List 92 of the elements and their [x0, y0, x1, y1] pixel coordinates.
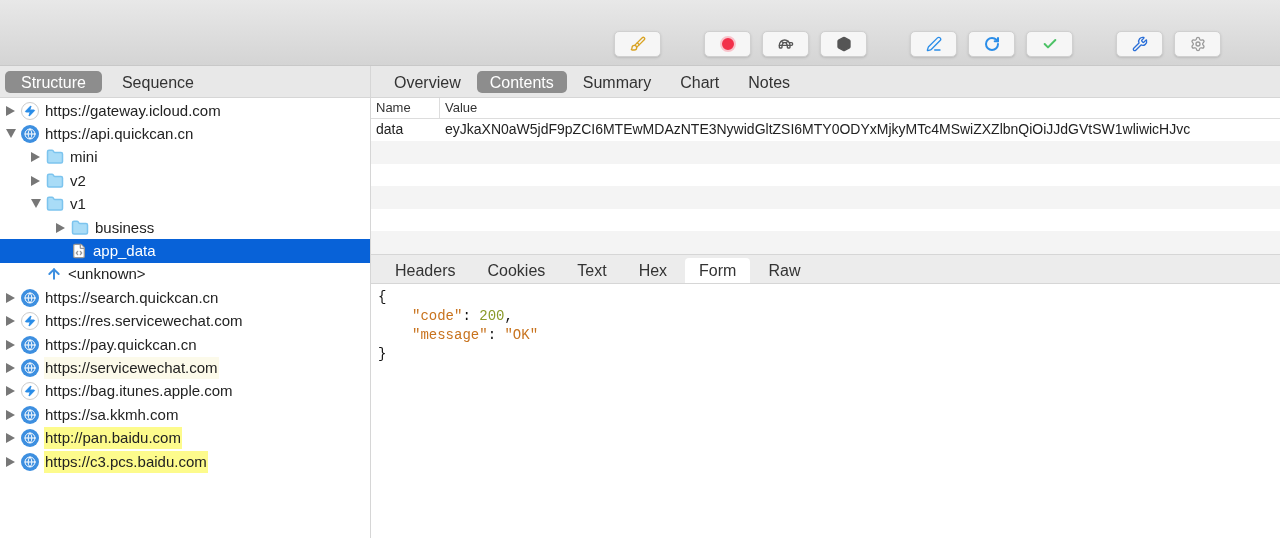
host-label: mini	[69, 147, 99, 168]
tree-row[interactable]: https://sa.kkmh.com	[0, 403, 370, 427]
view-tab[interactable]: Overview	[381, 70, 474, 93]
globe-icon	[21, 359, 39, 377]
globe-icon	[21, 125, 39, 144]
toolbar-button[interactable]	[910, 31, 957, 57]
globe-icon	[21, 452, 39, 471]
bolt-icon	[21, 312, 39, 331]
tree-row[interactable]: v1	[0, 192, 370, 216]
settings-icon	[1189, 36, 1206, 52]
host-label: <unknown>	[67, 264, 147, 285]
body-tab[interactable]: Text	[563, 258, 621, 283]
code-line: {	[378, 288, 388, 307]
tree-row[interactable]: https://gateway.icloud.com	[0, 99, 370, 123]
turtle-icon	[777, 36, 794, 52]
tree-row[interactable]: https://api.quickcan.cn	[0, 122, 370, 146]
view-tab[interactable]: Chart	[667, 70, 733, 93]
host-label: https://servicewechat.com	[44, 357, 219, 379]
pen-icon	[925, 36, 942, 52]
tree-row[interactable]: mini	[0, 145, 370, 170]
body-tab[interactable]: Headers	[381, 258, 470, 283]
tree-row[interactable]: https://pay.quickcan.cn	[0, 332, 370, 357]
host-label: http://pan.baidu.com	[44, 427, 182, 450]
collapsed-triangle-icon[interactable]	[31, 152, 41, 163]
table-cell-text: data	[375, 120, 405, 140]
collapsed-triangle-icon[interactable]	[6, 433, 16, 444]
folder-icon	[71, 218, 89, 237]
toolbar-button[interactable]	[1116, 31, 1163, 57]
collapsed-triangle-icon[interactable]	[6, 292, 16, 303]
globe-icon	[21, 429, 39, 448]
globe-icon	[21, 335, 39, 354]
toolbar-button[interactable]	[968, 31, 1015, 57]
collapsed-triangle-icon[interactable]	[6, 363, 16, 373]
tree-row[interactable]: v2	[0, 169, 370, 193]
tree-row[interactable]: https://servicewechat.com	[0, 356, 370, 380]
host-label: v1	[69, 194, 87, 215]
view-tab[interactable]: Notes	[735, 70, 804, 93]
code-line: }	[378, 345, 388, 364]
toolbar-button[interactable]	[820, 31, 867, 57]
collapsed-triangle-icon[interactable]	[6, 409, 16, 420]
tree-row[interactable]: http://pan.baidu.com	[0, 426, 370, 450]
expanded-triangle-icon[interactable]	[6, 129, 16, 140]
body-tab[interactable]: Raw	[754, 258, 815, 283]
folder-icon	[46, 195, 64, 214]
body-tab[interactable]: Form	[685, 258, 751, 283]
toolbar-button[interactable]	[762, 31, 809, 57]
collapsed-triangle-icon[interactable]	[6, 339, 16, 350]
collapsed-triangle-icon[interactable]	[6, 386, 16, 397]
tree-row[interactable]: <unknown>	[0, 262, 370, 287]
view-tab[interactable]: Sequence	[105, 70, 210, 93]
folder-icon	[46, 148, 64, 167]
globe-icon	[21, 405, 39, 424]
bolt-icon	[21, 101, 39, 120]
body-tab[interactable]: Cookies	[473, 258, 560, 283]
tree-row[interactable]: https://c3.pcs.baidu.com	[0, 449, 370, 474]
bolt-icon	[21, 382, 39, 401]
view-tab[interactable]: Summary	[569, 70, 665, 93]
column-header: Value	[444, 99, 479, 118]
host-label: https://pay.quickcan.cn	[44, 334, 198, 355]
collapsed-triangle-icon[interactable]	[56, 222, 66, 233]
host-label: app_data	[92, 241, 157, 262]
collapsed-triangle-icon[interactable]	[6, 105, 16, 116]
body-tab[interactable]: Hex	[624, 258, 682, 283]
tree-row[interactable]: app_data	[0, 239, 370, 263]
globe-icon	[21, 288, 39, 307]
code-line: "message": "OK"	[411, 326, 540, 345]
file-icon	[71, 242, 87, 261]
host-label: https://api.quickcan.cn	[44, 124, 195, 145]
expanded-triangle-icon[interactable]	[31, 199, 41, 210]
toolbar-button[interactable]	[704, 31, 751, 57]
record-icon	[719, 36, 736, 52]
host-label: https://sa.kkmh.com	[44, 404, 180, 425]
host-label: https://gateway.icloud.com	[44, 100, 222, 121]
host-label: https://search.quickcan.cn	[44, 287, 220, 308]
tree-row[interactable]: https://res.servicewechat.com	[0, 309, 370, 333]
host-label: https://c3.pcs.baidu.com	[44, 450, 208, 473]
host-label: https://res.servicewechat.com	[44, 311, 244, 332]
host-label: v2	[69, 170, 87, 191]
tree-row[interactable]: business	[0, 215, 370, 240]
collapsed-triangle-icon[interactable]	[6, 456, 16, 467]
host-label: business	[94, 217, 156, 238]
host-label: https://bag.itunes.apple.com	[44, 381, 234, 402]
folder-icon	[46, 171, 64, 190]
code-line: "code": 200,	[411, 307, 514, 326]
column-header: Name	[371, 98, 440, 118]
stop-icon	[835, 36, 852, 52]
collapsed-triangle-icon[interactable]	[6, 316, 16, 327]
table-cell-text: eyJkaXN0aW5jdF9pZCI6MTEwMDAzNTE3NywidGltZSI6MTY0ODYxMjkyMTc4MSwiZXZlbnQiOiJJdGVtSW1wliwicHJvc	[444, 120, 1192, 140]
tree-row[interactable]: https://bag.itunes.apple.com	[0, 379, 370, 404]
refresh-icon	[983, 36, 1000, 52]
collapsed-triangle-icon[interactable]	[31, 175, 41, 186]
tree-row[interactable]: https://search.quickcan.cn	[0, 286, 370, 310]
